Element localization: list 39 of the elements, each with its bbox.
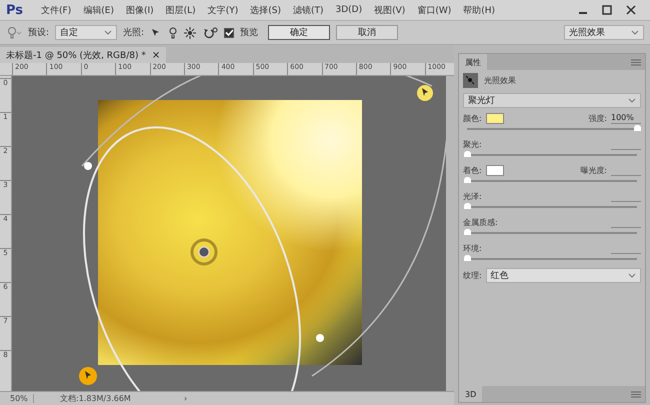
menu-item[interactable]: 窗口(W): [411, 4, 458, 16]
workspace-dropdown[interactable]: 光照效果: [564, 25, 644, 40]
menu-item[interactable]: 选择(S): [244, 4, 287, 16]
menu-item[interactable]: 图层(L): [160, 4, 202, 16]
zoom-level[interactable]: 50%: [0, 394, 34, 403]
preview-label: 预览: [240, 26, 258, 39]
document-size: 文档:1.83M/3.66M: [59, 393, 132, 404]
properties-tab[interactable]: 属性: [459, 54, 487, 70]
value-field[interactable]: 100%: [611, 112, 641, 124]
texture-dropdown[interactable]: 红色: [486, 268, 641, 283]
status-menu-arrow[interactable]: ›: [154, 394, 188, 403]
property-label: 聚光:: [463, 138, 482, 150]
menu-item[interactable]: 滤镜(T): [286, 4, 330, 16]
menu-item[interactable]: 文件(F): [35, 4, 78, 16]
property-label: 曝光度:: [580, 164, 607, 176]
property-label: 颜色:: [463, 112, 482, 124]
app-logo: Ps: [5, 2, 24, 18]
close-tab-button[interactable]: ×: [152, 50, 160, 60]
3d-tab[interactable]: 3D: [459, 386, 482, 402]
texture-label: 纹理:: [463, 270, 482, 281]
document-tab[interactable]: 未标题-1 @ 50% (光效, RGB/8) * ×: [0, 47, 166, 63]
property-label: 光泽:: [463, 190, 482, 202]
menu-item[interactable]: 编辑(E): [77, 4, 120, 16]
property-label: 金属质感:: [463, 216, 498, 228]
preset-dropdown[interactable]: 自定: [55, 25, 118, 40]
property-label: 强度:: [588, 112, 607, 124]
menu-item[interactable]: 帮助(H): [457, 4, 502, 16]
ok-button[interactable]: 确定: [268, 25, 330, 40]
menu-item[interactable]: 文字(Y): [202, 4, 244, 16]
property-label: 着色:: [463, 164, 482, 176]
lights-label: 光照:: [123, 26, 144, 39]
cancel-button[interactable]: 取消: [336, 25, 398, 40]
menu-item[interactable]: 视图(V): [368, 4, 412, 16]
menu-item[interactable]: 3D(D): [330, 5, 368, 15]
panel-header: 光照效果: [484, 75, 516, 86]
light-type-dropdown[interactable]: 聚光灯: [463, 93, 641, 108]
menu-item[interactable]: 图像(I): [120, 4, 160, 16]
property-label: 环境:: [463, 242, 482, 254]
preset-label: 预设:: [28, 26, 50, 39]
